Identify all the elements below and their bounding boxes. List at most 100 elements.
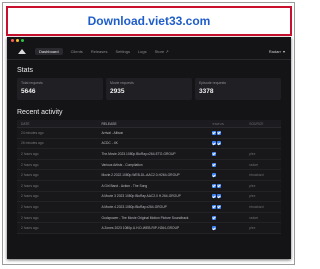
table-row[interactable]: 2 hours ago Various Artists - Compilation… bbox=[17, 160, 281, 171]
stat-card: Movie requests 2935 bbox=[106, 78, 192, 100]
row-date: 2 hours ago bbox=[21, 194, 39, 199]
stat-label: Total requests bbox=[21, 81, 43, 85]
checkbox-checked-icon[interactable] bbox=[212, 204, 217, 209]
table-row[interactable]: 26 minutes ago ACDC - 4K bbox=[17, 139, 281, 150]
checkbox-checked-icon[interactable] bbox=[212, 162, 217, 167]
row-source: radarr bbox=[249, 162, 259, 167]
row-date: 26 minutes ago bbox=[21, 141, 44, 146]
table-row[interactable]: 2 hours ago Godzpower - The Movie Origina… bbox=[17, 213, 281, 224]
table-header: Date Release Status Source bbox=[17, 120, 281, 128]
stat-value: 5646 bbox=[21, 88, 36, 95]
row-release-title[interactable]: Movie.2.2022.1080p.WEB-DL-AAC2.0-H264-GR… bbox=[101, 173, 212, 177]
checkbox-checked-icon[interactable] bbox=[212, 173, 217, 178]
stats-title: Stats bbox=[17, 67, 33, 74]
row-source: plex bbox=[249, 183, 256, 188]
app-logo-icon[interactable] bbox=[17, 48, 27, 55]
banner-text[interactable]: Download.viet33.com bbox=[88, 14, 211, 28]
app-window: Dashboard Clients Releases Settings Logs… bbox=[7, 37, 291, 259]
row-release-title[interactable]: A Movie.4.2023.1080p.BluRay.x264-GROUP bbox=[101, 205, 212, 209]
row-date: 24 minutes ago bbox=[21, 130, 44, 135]
checkbox-checked-icon[interactable] bbox=[212, 194, 217, 199]
table-body: 24 minutes ago Arrival - Allison 26 minute… bbox=[17, 128, 281, 234]
row-release-title[interactable]: Various Artists - Compilation bbox=[101, 163, 212, 167]
checkbox-checked-icon[interactable] bbox=[212, 141, 217, 146]
row-source: plex bbox=[249, 226, 256, 231]
checkbox-checked-icon[interactable] bbox=[217, 141, 222, 146]
row-release-title[interactable]: Godzpower - The Movie Original Motion Pi… bbox=[101, 216, 212, 220]
table-row[interactable]: 2 hours ago A Movie.4.2023.1080p.BluRay.x… bbox=[17, 202, 281, 213]
row-source: radarr bbox=[249, 215, 259, 220]
row-date: 2 hours ago bbox=[21, 173, 39, 178]
row-release-title[interactable]: A Zones 2023 1080p.U.H.D-WEB-RIP-H264-GR… bbox=[101, 226, 212, 230]
checkbox-checked-icon[interactable] bbox=[217, 194, 222, 199]
activity-table: Date Release Status Source 24 minutes ag… bbox=[17, 120, 281, 234]
stat-label: Movie requests bbox=[110, 81, 134, 85]
checkbox-checked-icon[interactable] bbox=[212, 130, 217, 135]
row-status bbox=[212, 194, 249, 199]
user-menu-label: Radarr bbox=[268, 48, 281, 54]
row-status bbox=[212, 226, 249, 231]
table-row[interactable]: 2 hours ago Movie.2.2022.1080p.WEB-DL-AAC… bbox=[17, 170, 281, 181]
row-release-title[interactable]: The.Movie.2023.1080p.BluRay.x264-ETO-GRO… bbox=[101, 152, 212, 156]
row-status bbox=[212, 130, 249, 135]
user-menu[interactable]: Radarr ▾ bbox=[269, 49, 285, 54]
row-date: 2 hours ago bbox=[21, 215, 39, 220]
row-source: plex bbox=[249, 151, 256, 156]
stat-value: 2935 bbox=[110, 88, 125, 95]
checkbox-checked-icon[interactable] bbox=[217, 130, 222, 135]
row-date: 2 hours ago bbox=[21, 162, 39, 167]
row-date: 2 hours ago bbox=[21, 204, 39, 209]
download-banner[interactable]: Download.viet33.com bbox=[6, 6, 292, 36]
table-row[interactable]: 2 hours ago A Zones 2023 1080p.U.H.D-WEB-… bbox=[17, 223, 281, 234]
row-release-title[interactable]: Arrival - Allison bbox=[101, 131, 212, 135]
row-status bbox=[212, 151, 249, 156]
activity-title: Recent activity bbox=[17, 109, 63, 116]
stat-card: Total requests 5646 bbox=[17, 78, 103, 100]
table-row[interactable]: 2 hours ago A Movie 3 2023 1080p BluRay A… bbox=[17, 192, 281, 203]
top-nav: Dashboard Clients Releases Settings Logs… bbox=[7, 43, 291, 60]
checkbox-checked-icon[interactable] bbox=[212, 226, 217, 231]
row-source: ebowkard bbox=[249, 173, 264, 178]
checkbox-checked-icon[interactable] bbox=[212, 151, 217, 156]
table-row[interactable]: 2 hours ago A Girl Band - Action - The So… bbox=[17, 181, 281, 192]
nav-logs[interactable]: Logs bbox=[138, 49, 147, 54]
header-release[interactable]: Release bbox=[101, 122, 212, 126]
row-status bbox=[212, 215, 249, 220]
checkbox-checked-icon[interactable] bbox=[212, 183, 217, 188]
stat-value: 3378 bbox=[199, 88, 214, 95]
close-dot-icon[interactable] bbox=[11, 38, 14, 42]
checkbox-checked-icon[interactable] bbox=[217, 183, 222, 188]
table-row[interactable]: 24 minutes ago Arrival - Allison bbox=[17, 128, 281, 139]
row-status bbox=[212, 162, 249, 167]
row-release-title[interactable]: ACDC - 4K bbox=[101, 141, 212, 145]
external-link-icon: ↗ bbox=[165, 48, 169, 54]
nav-store[interactable]: Store ↗ bbox=[155, 49, 169, 54]
row-status bbox=[212, 173, 249, 178]
stat-label: Episode requests bbox=[199, 81, 227, 85]
row-status bbox=[212, 183, 249, 188]
row-status bbox=[212, 204, 249, 209]
minimize-dot-icon[interactable] bbox=[16, 38, 19, 42]
row-date: 2 hours ago bbox=[21, 183, 39, 188]
row-release-title[interactable]: A Girl Band - Action - The Song bbox=[101, 184, 212, 188]
row-status bbox=[212, 141, 249, 146]
stat-card: Episode requests 3378 bbox=[195, 78, 281, 100]
nav-releases[interactable]: Releases bbox=[91, 49, 108, 54]
nav-clients[interactable]: Clients bbox=[71, 49, 83, 54]
nav-dashboard[interactable]: Dashboard bbox=[35, 47, 63, 55]
row-release-title[interactable]: A Movie 3 2023 1080p BluRay AAC2.0 H.264… bbox=[101, 194, 212, 198]
header-status[interactable]: Status bbox=[212, 122, 249, 126]
stats-row: Total requests 5646 Movie requests 2935 … bbox=[7, 78, 291, 100]
table-row[interactable]: 2 hours ago The.Movie.2023.1080p.BluRay.x… bbox=[17, 149, 281, 160]
nav-store-label: Store bbox=[154, 48, 165, 54]
nav-settings[interactable]: Settings bbox=[116, 49, 130, 54]
checkbox-checked-icon[interactable] bbox=[212, 215, 217, 220]
maximize-dot-icon[interactable] bbox=[21, 38, 24, 42]
row-date: 2 hours ago bbox=[21, 151, 39, 156]
checkbox-checked-icon[interactable] bbox=[217, 204, 222, 209]
row-source: plex bbox=[249, 194, 256, 199]
header-date[interactable]: Date bbox=[17, 122, 101, 126]
header-source[interactable]: Source bbox=[249, 122, 281, 126]
row-source: ebowkard bbox=[249, 204, 264, 209]
row-date: 2 hours ago bbox=[21, 226, 39, 231]
